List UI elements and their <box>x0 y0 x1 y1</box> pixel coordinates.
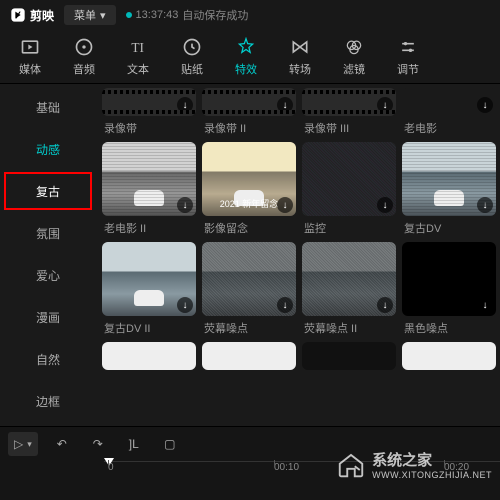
app-name: 剪映 <box>30 7 54 24</box>
audio-icon <box>74 37 94 57</box>
tab-filter[interactable]: 滤镜 <box>328 33 380 81</box>
sidebar-item-comic[interactable]: 漫画 <box>0 297 96 337</box>
effect-item[interactable]: 录像带 III <box>302 88 396 136</box>
effect-item[interactable] <box>202 342 296 370</box>
effect-item[interactable]: 2021 新年留念影像留念 <box>202 142 296 236</box>
effect-item[interactable]: 黑色噪点 <box>402 242 496 336</box>
effect-item[interactable]: 老电影 <box>402 88 496 136</box>
redo-button[interactable]: ↷ <box>86 432 110 456</box>
effect-item[interactable]: 录像带 <box>102 88 196 136</box>
ruler-tick: 0 <box>108 462 114 473</box>
sidebar-item-atmosphere[interactable]: 氛围 <box>0 213 96 253</box>
autosave-status: 13:37:43 自动保存成功 <box>126 7 249 23</box>
effect-thumb <box>402 342 496 370</box>
effect-thumb <box>102 342 196 370</box>
effects-category-sidebar: 基础 动感 复古 氛围 爱心 漫画 自然 边框 <box>0 84 96 426</box>
chevron-down-icon: ▾ <box>100 9 106 22</box>
tab-sticker[interactable]: 贴纸 <box>166 33 218 81</box>
effect-thumb <box>102 88 196 116</box>
effect-item[interactable]: 复古DV <box>402 142 496 236</box>
selection-tool[interactable]: ▷ ▾ <box>8 432 38 456</box>
chevron-down-icon: ▾ <box>27 439 32 450</box>
download-icon[interactable] <box>277 297 293 313</box>
effect-thumb <box>402 242 496 316</box>
effect-thumb <box>302 342 396 370</box>
ruler-tick: 00:20 <box>444 462 469 473</box>
logo-icon <box>10 7 26 23</box>
download-icon[interactable] <box>277 197 293 213</box>
ruler-tick: 00:10 <box>274 462 299 473</box>
timeline-toolbar: ▷ ▾ ↶ ↷ ]L ▢ <box>0 427 500 461</box>
sidebar-item-frame[interactable]: 边框 <box>0 381 96 421</box>
download-icon[interactable] <box>177 297 193 313</box>
effect-thumb <box>402 142 496 216</box>
effect-thumb: 2021 新年留念 <box>202 142 296 216</box>
undo-button[interactable]: ↶ <box>50 432 74 456</box>
download-icon[interactable] <box>477 97 493 113</box>
download-icon[interactable] <box>477 197 493 213</box>
effect-thumb <box>302 142 396 216</box>
effect-item[interactable]: 荧幕噪点 II <box>302 242 396 336</box>
effect-thumb <box>402 88 496 116</box>
title-bar: 剪映 菜单 ▾ 13:37:43 自动保存成功 <box>0 0 500 30</box>
effect-item[interactable]: 荧幕噪点 <box>202 242 296 336</box>
transition-icon <box>290 37 310 57</box>
effect-thumb <box>202 242 296 316</box>
tab-adjust[interactable]: 调节 <box>382 33 434 81</box>
effect-item[interactable]: 老电影 II <box>102 142 196 236</box>
tab-transition[interactable]: 转场 <box>274 33 326 81</box>
delete-button[interactable]: ▢ <box>158 432 182 456</box>
effect-thumb <box>102 242 196 316</box>
effects-grid: 录像带 录像带 II 录像带 III 老电影 老电影 II 2021 新年留念影… <box>96 84 500 426</box>
tab-media[interactable]: 媒体 <box>4 33 56 81</box>
download-icon[interactable] <box>377 297 393 313</box>
effect-item[interactable] <box>402 342 496 370</box>
adjust-icon <box>398 37 418 57</box>
menu-button[interactable]: 菜单 ▾ <box>64 5 116 25</box>
timeline-panel: ▷ ▾ ↶ ↷ ]L ▢ 0 00:10 00:20 <box>0 426 500 500</box>
sidebar-item-dynamic[interactable]: 动感 <box>0 129 96 169</box>
effect-item[interactable]: 监控 <box>302 142 396 236</box>
download-icon[interactable] <box>377 197 393 213</box>
effect-thumb <box>202 88 296 116</box>
svg-text:TI: TI <box>131 40 144 55</box>
download-icon[interactable] <box>377 97 393 113</box>
effect-item[interactable]: 复古DV II <box>102 242 196 336</box>
download-icon[interactable] <box>277 97 293 113</box>
sidebar-item-heart[interactable]: 爱心 <box>0 255 96 295</box>
effect-thumb <box>302 242 396 316</box>
media-icon <box>20 37 40 57</box>
effect-thumb <box>102 142 196 216</box>
top-tab-bar: 媒体 音频 TI 文本 贴纸 特效 转场 滤镜 调节 <box>0 30 500 84</box>
status-dot-icon <box>126 12 132 18</box>
main-area: 基础 动感 复古 氛围 爱心 漫画 自然 边框 录像带 录像带 II 录像带 I… <box>0 84 500 426</box>
app-logo: 剪映 <box>10 7 54 24</box>
sidebar-item-retro[interactable]: 复古 <box>4 172 92 210</box>
effect-item[interactable]: 录像带 II <box>202 88 296 136</box>
effects-icon <box>236 37 256 57</box>
download-icon[interactable] <box>177 97 193 113</box>
split-button[interactable]: ]L <box>122 432 146 456</box>
tab-text[interactable]: TI 文本 <box>112 33 164 81</box>
text-icon: TI <box>128 37 148 57</box>
effect-thumb <box>302 88 396 116</box>
tab-effects[interactable]: 特效 <box>220 33 272 81</box>
sticker-icon <box>182 37 202 57</box>
effect-item[interactable] <box>102 342 196 370</box>
download-icon[interactable] <box>177 197 193 213</box>
filter-icon <box>344 37 364 57</box>
sidebar-item-nature[interactable]: 自然 <box>0 339 96 379</box>
effect-item[interactable] <box>302 342 396 370</box>
sidebar-item-basic[interactable]: 基础 <box>0 87 96 127</box>
effect-thumb <box>202 342 296 370</box>
download-icon[interactable] <box>477 297 493 313</box>
tab-audio[interactable]: 音频 <box>58 33 110 81</box>
timeline-ruler[interactable]: 0 00:10 00:20 <box>104 461 500 483</box>
